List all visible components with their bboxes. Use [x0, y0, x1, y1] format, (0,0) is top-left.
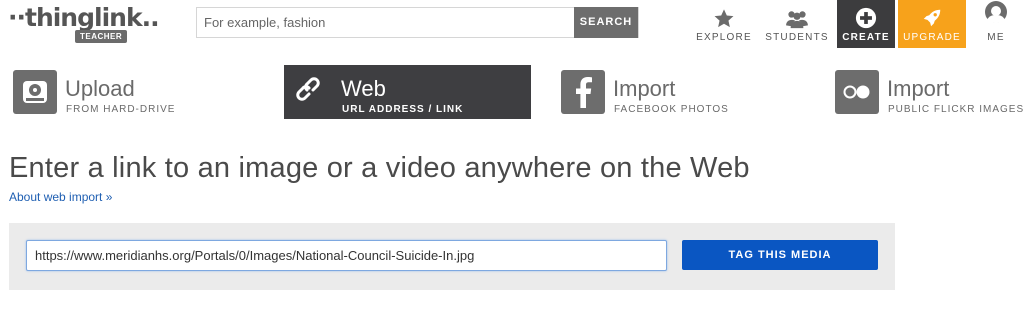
user-avatar-icon — [985, 1, 1007, 23]
plus-circle-icon — [855, 7, 877, 29]
thinglink-logo[interactable]: ··thinglink.. TEACHER — [8, 3, 160, 43]
hard-drive-icon — [13, 70, 57, 114]
tab-upload[interactable]: Upload FROM HARD-DRIVE — [8, 65, 228, 119]
tab-upload-title: Upload — [65, 76, 135, 101]
tab-web-title: Web — [341, 76, 386, 101]
search-button[interactable]: SEARCH — [574, 7, 638, 38]
tab-facebook-title: Import — [613, 76, 676, 101]
nav-me[interactable]: ME — [976, 0, 1016, 48]
flickr-icon — [835, 70, 879, 114]
search-input[interactable] — [197, 8, 576, 37]
url-input[interactable] — [26, 240, 667, 271]
tab-facebook[interactable]: Import FACEBOOK PHOTOS — [556, 65, 776, 119]
star-icon — [714, 9, 734, 28]
nav-explore-label: EXPLORE — [696, 32, 752, 43]
users-icon — [786, 11, 808, 29]
teacher-badge: TEACHER — [75, 30, 128, 43]
search-bar: SEARCH — [196, 7, 639, 38]
nav-explore[interactable]: EXPLORE — [694, 0, 754, 48]
tab-flickr-subtitle: PUBLIC FLICKR IMAGES — [888, 104, 1024, 115]
about-web-import-link[interactable]: About web import » — [9, 190, 112, 204]
tab-facebook-subtitle: FACEBOOK PHOTOS — [614, 104, 729, 115]
logo-wordmark: ··thinglink.. — [8, 3, 160, 32]
tab-upload-subtitle: FROM HARD-DRIVE — [66, 104, 176, 115]
rocket-icon — [923, 9, 941, 27]
link-icon — [289, 70, 333, 114]
facebook-icon — [561, 70, 605, 114]
nav-students[interactable]: STUDENTS — [765, 0, 829, 48]
url-panel: TAG THIS MEDIA — [9, 223, 895, 290]
nav-create-label: CREATE — [842, 32, 890, 43]
tab-web-subtitle: URL ADDRESS / LINK — [342, 104, 464, 115]
tab-web[interactable]: Web URL ADDRESS / LINK — [284, 65, 531, 119]
nav-students-label: STUDENTS — [765, 32, 829, 43]
nav-create[interactable]: CREATE — [837, 0, 895, 48]
nav-upgrade-label: UPGRADE — [903, 32, 961, 43]
page-title: Enter a link to an image or a video anyw… — [9, 152, 750, 184]
tag-this-media-button[interactable]: TAG THIS MEDIA — [682, 240, 878, 270]
tab-flickr-title: Import — [887, 76, 950, 101]
tab-flickr[interactable]: Import PUBLIC FLICKR IMAGES — [830, 65, 1024, 119]
nav-me-label: ME — [987, 32, 1005, 43]
nav-upgrade[interactable]: UPGRADE — [898, 0, 966, 48]
